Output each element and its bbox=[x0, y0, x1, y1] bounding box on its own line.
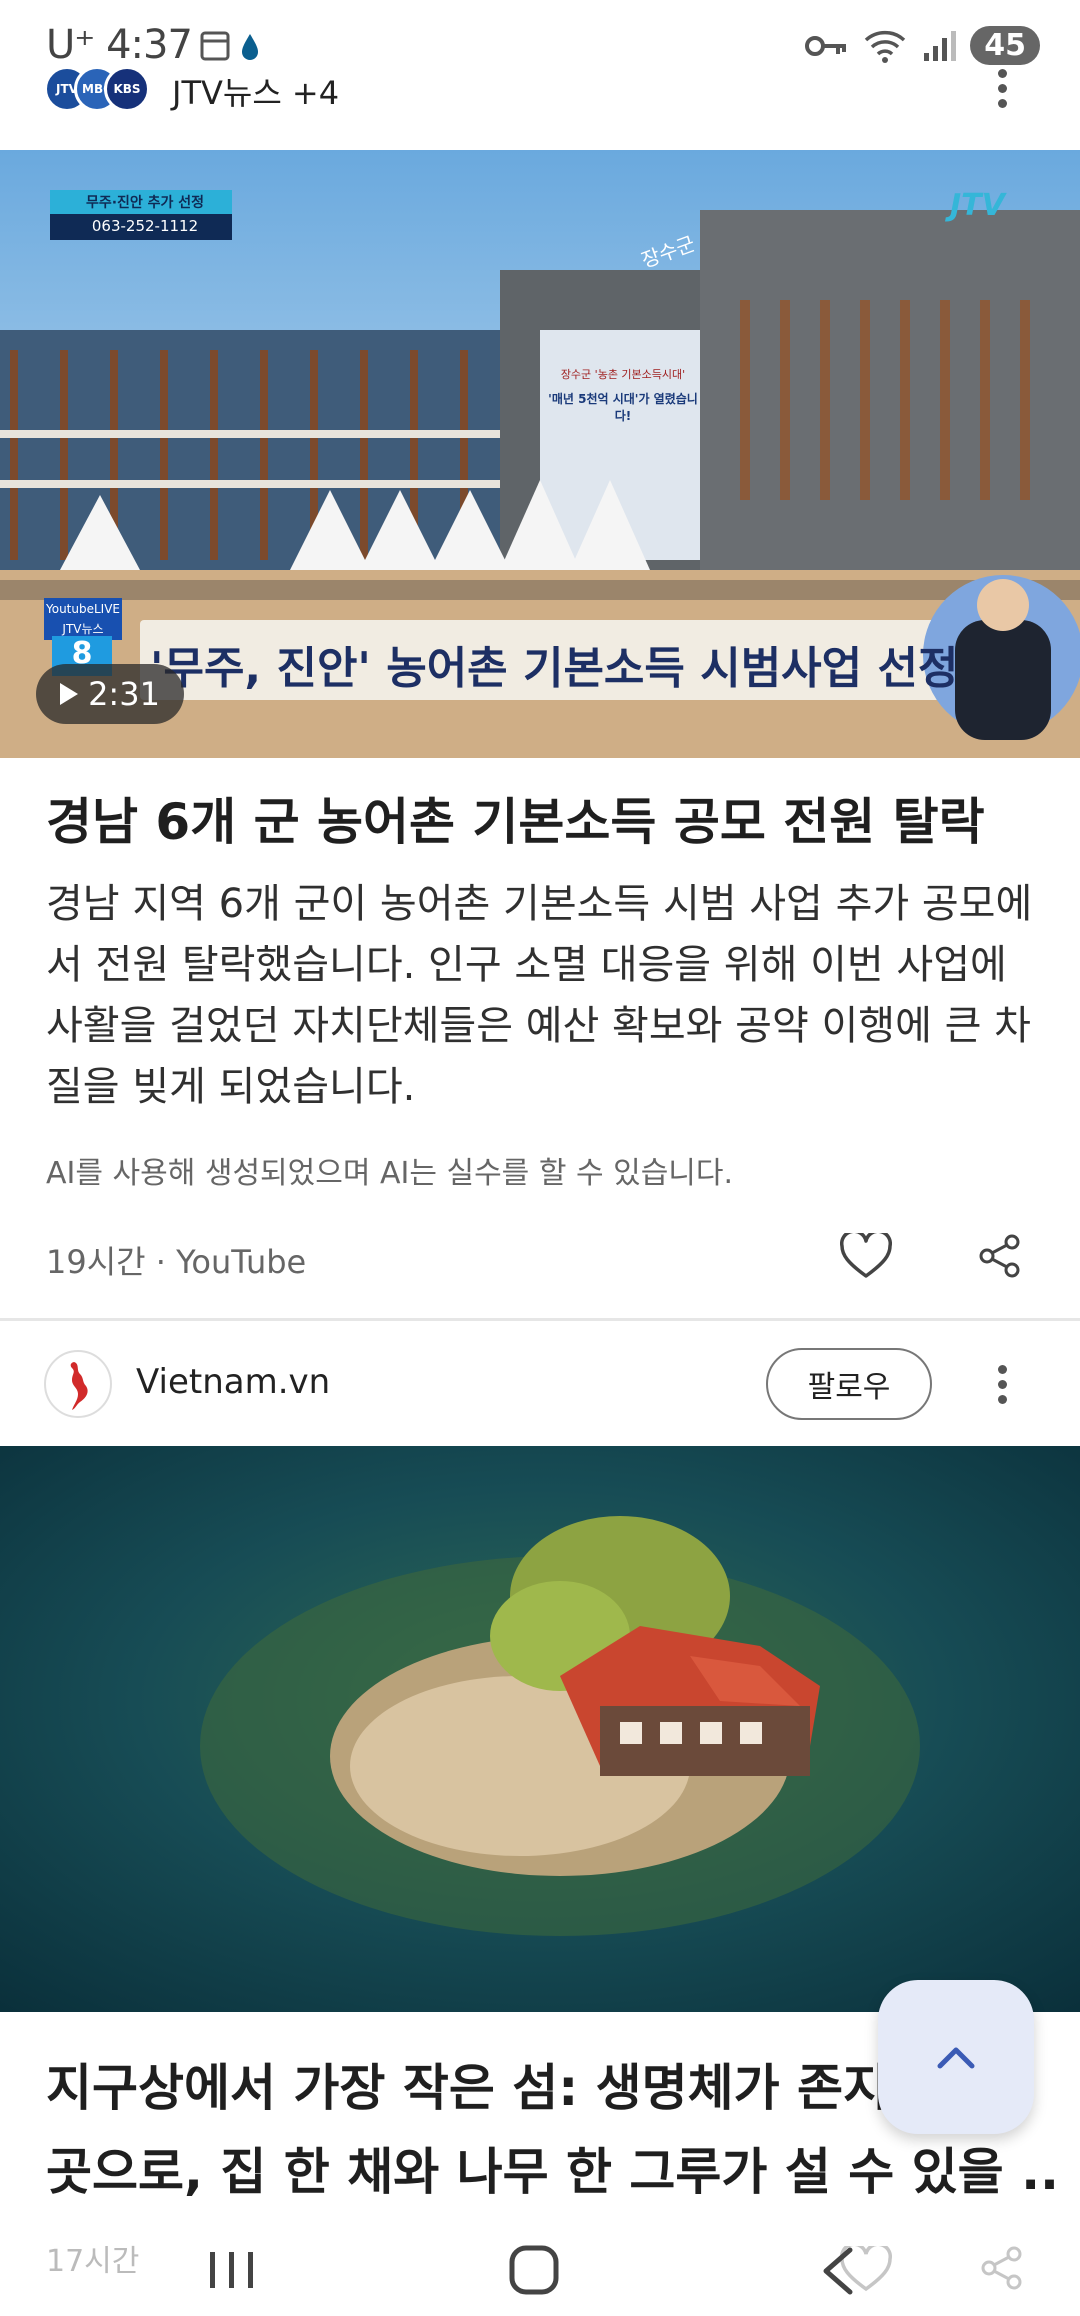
source-header-jtv[interactable]: JTV MBC KBS JTV뉴스 +4 bbox=[0, 58, 1080, 150]
follow-button[interactable]: 팔로우 bbox=[766, 1348, 932, 1420]
source-name[interactable]: Vietnam.vn bbox=[136, 1362, 330, 1402]
video-duration-pill: 2:31 bbox=[36, 664, 184, 724]
share-icon[interactable] bbox=[980, 2246, 1024, 2294]
building-banner-line1: 장수군 '농촌 기본소득시대' bbox=[560, 368, 686, 381]
video-thumbnail[interactable]: 무주·진안 추가 선정 063-252-1112 JTV 장수군 장수군 '농촌… bbox=[0, 150, 1080, 758]
feed-divider bbox=[0, 1318, 1080, 1321]
play-icon bbox=[60, 683, 79, 705]
live-badge: YoutubeLIVE bbox=[44, 598, 122, 620]
article-image[interactable] bbox=[0, 1446, 1080, 2012]
system-nav-bar bbox=[0, 2210, 1080, 2316]
channel-watermark: JTV bbox=[950, 188, 1005, 223]
article-headline[interactable]: 경남 6개 군 농어촌 기본소득 공모 전원 탈락 bbox=[46, 790, 1046, 854]
news-tag-title: 무주·진안 추가 선정 bbox=[85, 195, 205, 211]
recent-apps-icon[interactable] bbox=[206, 2248, 258, 2296]
key-icon bbox=[805, 35, 847, 56]
scroll-to-top-button[interactable] bbox=[878, 1980, 1034, 2134]
building-banner-line2: '매년 5천억 시대'가 열렸습니다! bbox=[548, 392, 698, 423]
home-icon[interactable] bbox=[508, 2244, 560, 2300]
ticker-caption: '무주, 진안' 농어촌 기본소득 시범사업 선정 bbox=[150, 643, 959, 694]
video-duration: 2:31 bbox=[88, 675, 160, 713]
headline-line-2: 곳으로, 집 한 채와 나무 한 그루가 설 수 있을 ... bbox=[46, 2143, 1056, 2201]
source-logos: JTV MBC KBS bbox=[44, 66, 156, 112]
status-bar: U⁺ 4:37 45 bbox=[0, 0, 1080, 68]
more-options-icon[interactable] bbox=[982, 1354, 1022, 1414]
ai-disclaimer: AI를 사용해 생성되었으며 AI는 실수를 할 수 있습니다. bbox=[46, 1156, 734, 1191]
more-options-icon[interactable] bbox=[982, 58, 1022, 118]
share-icon[interactable] bbox=[970, 1226, 1030, 1286]
heart-icon[interactable] bbox=[840, 2242, 892, 2296]
article-meta: 19시간 · YouTube bbox=[46, 1243, 307, 1281]
heart-icon[interactable] bbox=[836, 1226, 896, 1286]
chevron-up-icon bbox=[937, 2047, 975, 2069]
news-tag-phone: 063-252-1112 bbox=[91, 217, 199, 235]
kbs-logo: KBS bbox=[104, 66, 150, 112]
article-summary[interactable]: 경남 지역 6개 군이 농어촌 기본소득 시범 사업 추가 공모에서 전원 탈락… bbox=[46, 874, 1036, 1118]
source-title[interactable]: JTV뉴스 +4 bbox=[172, 68, 339, 114]
vietnam-logo bbox=[44, 1350, 112, 1418]
island-photo bbox=[0, 1446, 1080, 2012]
